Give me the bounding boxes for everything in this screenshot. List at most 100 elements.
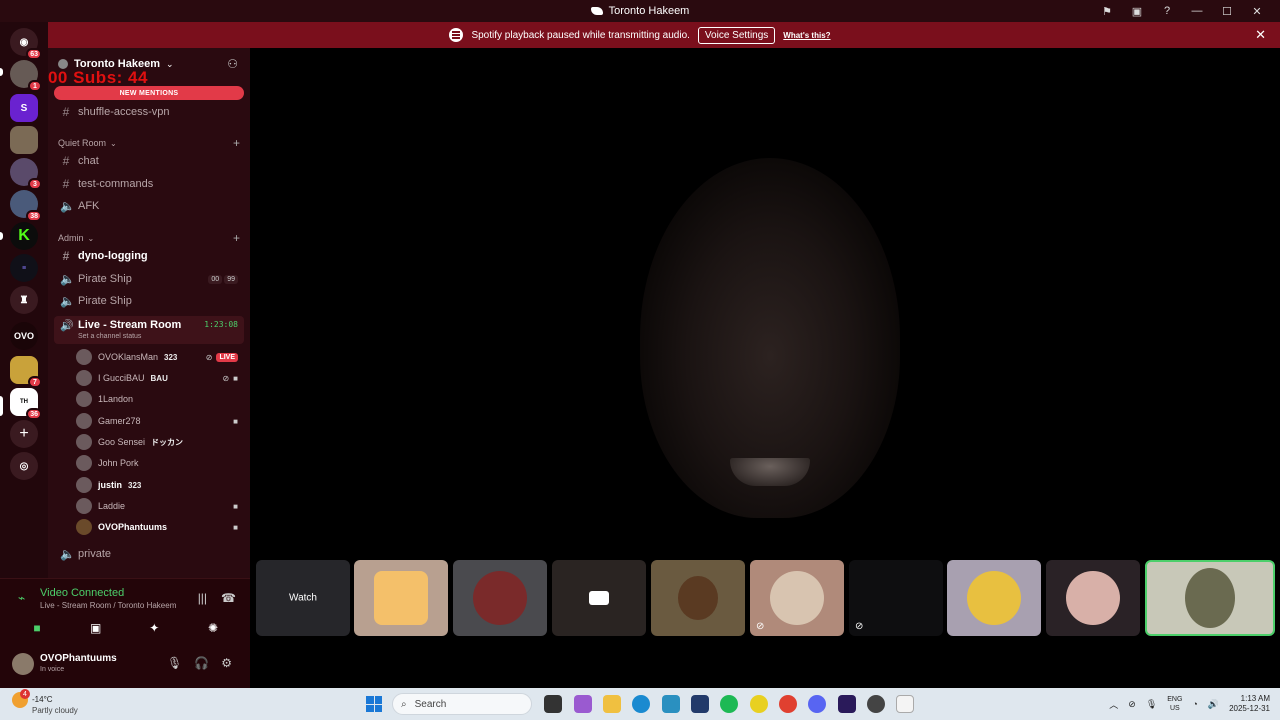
channel-test-commands[interactable]: # test-commands xyxy=(56,174,244,194)
category-admin[interactable]: Admin ⌄ + xyxy=(58,231,242,245)
camera-button[interactable]: ■ xyxy=(12,617,62,639)
server-icon-photo[interactable] xyxy=(10,126,38,154)
maximize-button[interactable]: ☐ xyxy=(1212,0,1242,22)
channel-status[interactable]: Set a channel status xyxy=(78,333,141,340)
avatar xyxy=(76,455,92,471)
server-icon-s[interactable]: S xyxy=(10,94,38,122)
task-view-icon[interactable] xyxy=(544,695,562,713)
taskbar-search[interactable]: ⌕ Search xyxy=(392,693,532,715)
screen-share-button[interactable]: ▣ xyxy=(71,617,121,639)
channel-pirate-ship[interactable]: 🔈 Pirate Ship 00 99 xyxy=(56,269,244,289)
participant-tile[interactable] xyxy=(1046,560,1140,636)
channel-chat[interactable]: # chat xyxy=(56,151,244,171)
voice-location[interactable]: Live - Stream Room / Toronto Hakeem xyxy=(40,601,176,610)
category-quiet-room[interactable]: Quiet Room ⌄ + xyxy=(58,136,242,150)
wifi-icon[interactable]: ◔ xyxy=(1192,699,1197,709)
activities-button[interactable]: ✦ xyxy=(129,617,179,639)
voice-user[interactable]: Gamer278 ■ xyxy=(76,411,242,431)
microphone-icon[interactable]: 🎙 xyxy=(167,656,182,670)
chrome-icon[interactable] xyxy=(779,695,797,713)
server-icon-avatar[interactable]: 1 xyxy=(10,60,42,92)
watch-button[interactable]: Watch xyxy=(289,593,317,604)
inbox-icon[interactable]: ⚑ xyxy=(1092,0,1122,22)
server-icon-person[interactable]: 38 xyxy=(10,190,42,222)
camera-icon xyxy=(589,591,609,605)
add-server-icon[interactable]: + xyxy=(10,420,38,448)
voice-user[interactable]: justin 323 xyxy=(76,475,242,495)
app-icon[interactable] xyxy=(691,695,709,713)
video-stage[interactable]: Watch ⊘ ⊘ xyxy=(250,48,1280,688)
channel-pirate-ship-2[interactable]: 🔈 Pirate Ship xyxy=(56,291,244,311)
add-channel-icon[interactable]: + xyxy=(233,136,240,150)
copilot-icon[interactable] xyxy=(574,695,592,713)
volume-icon[interactable]: 🔊 xyxy=(1208,699,1219,710)
windows-start-icon[interactable] xyxy=(366,696,382,712)
channel-live-stream-room[interactable]: 🔊 Live - Stream Room 1:23:08 Set a chann… xyxy=(54,316,244,344)
active-server-icon[interactable]: TH 36 xyxy=(10,388,42,420)
signal-icon[interactable]: ⌁ xyxy=(18,591,25,605)
snipping-tool-icon[interactable] xyxy=(896,695,914,713)
close-notice-icon[interactable]: ✕ xyxy=(1255,27,1266,43)
discord-icon[interactable] xyxy=(808,695,826,713)
server-icon-gold[interactable]: 7 xyxy=(10,356,42,388)
spotify-icon[interactable] xyxy=(720,695,738,713)
disconnect-icon[interactable]: ☎ xyxy=(221,591,236,605)
add-user-icon[interactable]: ⚇ xyxy=(227,57,238,71)
chevron-down-icon: ⌄ xyxy=(87,233,95,243)
noise-suppression-icon[interactable]: ||| xyxy=(198,591,207,605)
whats-this-link[interactable]: What's this? xyxy=(783,31,830,40)
ovo-server-icon[interactable]: OVO xyxy=(10,322,38,350)
voice-user[interactable]: Goo Sensei ドッカン xyxy=(76,432,242,452)
kick-server-icon[interactable]: K xyxy=(10,222,38,250)
premiere-icon[interactable] xyxy=(838,695,856,713)
participant-tile[interactable] xyxy=(354,560,448,636)
stream-tile[interactable]: Watch xyxy=(256,560,350,636)
channel-shuffle-access-vpn[interactable]: # shuffle-access-vpn xyxy=(56,102,244,122)
participant-tile[interactable] xyxy=(453,560,547,636)
minimize-button[interactable]: — xyxy=(1182,0,1212,22)
self-video-tile[interactable] xyxy=(1145,560,1275,636)
chevron-up-icon[interactable]: ︿ xyxy=(1109,698,1118,711)
headphones-icon[interactable]: 🎧 xyxy=(194,656,209,670)
voice-user[interactable]: John Pork xyxy=(76,453,242,473)
app-icon[interactable] xyxy=(867,695,885,713)
app-icon[interactable] xyxy=(750,695,768,713)
participant-tile[interactable]: ⊘ xyxy=(750,560,844,636)
voice-settings-button[interactable]: Voice Settings xyxy=(697,26,776,44)
participant-tile[interactable] xyxy=(947,560,1041,636)
clock[interactable]: 1:13 AM 2025-12-31 xyxy=(1229,694,1270,714)
voice-user[interactable]: OVOKlansMan 323 ⊘ LIVE xyxy=(76,347,242,367)
close-window-button[interactable]: ✕ xyxy=(1242,0,1272,22)
voice-user[interactable]: Laddie ■ xyxy=(76,496,242,516)
channel-name: Live - Stream Room xyxy=(78,319,182,331)
avatar[interactable] xyxy=(12,653,34,675)
server-icon-logo[interactable]: ≡ xyxy=(10,254,38,282)
participant-tile[interactable] xyxy=(552,560,646,636)
screen-icon[interactable]: ▣ xyxy=(1122,0,1152,22)
help-icon[interactable]: ? xyxy=(1152,0,1182,22)
add-channel-icon[interactable]: + xyxy=(233,231,240,245)
server-icon-group[interactable]: 3 xyxy=(10,158,42,190)
new-mentions-banner[interactable]: NEW MENTIONS xyxy=(54,86,244,100)
language-indicator[interactable]: ENG US xyxy=(1167,695,1182,713)
voice-user[interactable]: I GucciBAU BAU ⊘ ■ xyxy=(76,368,242,388)
participant-tile[interactable] xyxy=(651,560,745,636)
mic-icon[interactable]: 🎙 xyxy=(1146,699,1157,710)
gear-icon[interactable]: ⚙ xyxy=(221,656,232,670)
soundboard-button[interactable]: ✺ xyxy=(188,617,238,639)
channel-afk[interactable]: 🔈 AFK xyxy=(56,196,244,216)
notepad-icon[interactable] xyxy=(662,695,680,713)
file-explorer-icon[interactable] xyxy=(603,695,621,713)
channel-private[interactable]: 🔈 private xyxy=(56,544,244,564)
weather-widget[interactable]: 4 -14°C Partly cloudy xyxy=(12,689,78,715)
voice-user[interactable]: 1Landon xyxy=(76,389,242,409)
direct-messages-icon[interactable]: ◉ 63 xyxy=(10,28,42,60)
voice-user[interactable]: OVOPhantuums ■ xyxy=(76,517,242,537)
discover-icon[interactable]: ◎ xyxy=(10,452,38,480)
user-indicators: ⊘ LIVE xyxy=(206,352,238,362)
server-icon-figure[interactable]: ♜ xyxy=(10,286,38,314)
network-icon[interactable]: ⊘ xyxy=(1128,699,1136,710)
channel-dyno-logging[interactable]: # dyno-logging xyxy=(56,246,244,266)
edge-icon[interactable] xyxy=(632,695,650,713)
participant-tile[interactable]: ⊘ xyxy=(849,560,943,636)
